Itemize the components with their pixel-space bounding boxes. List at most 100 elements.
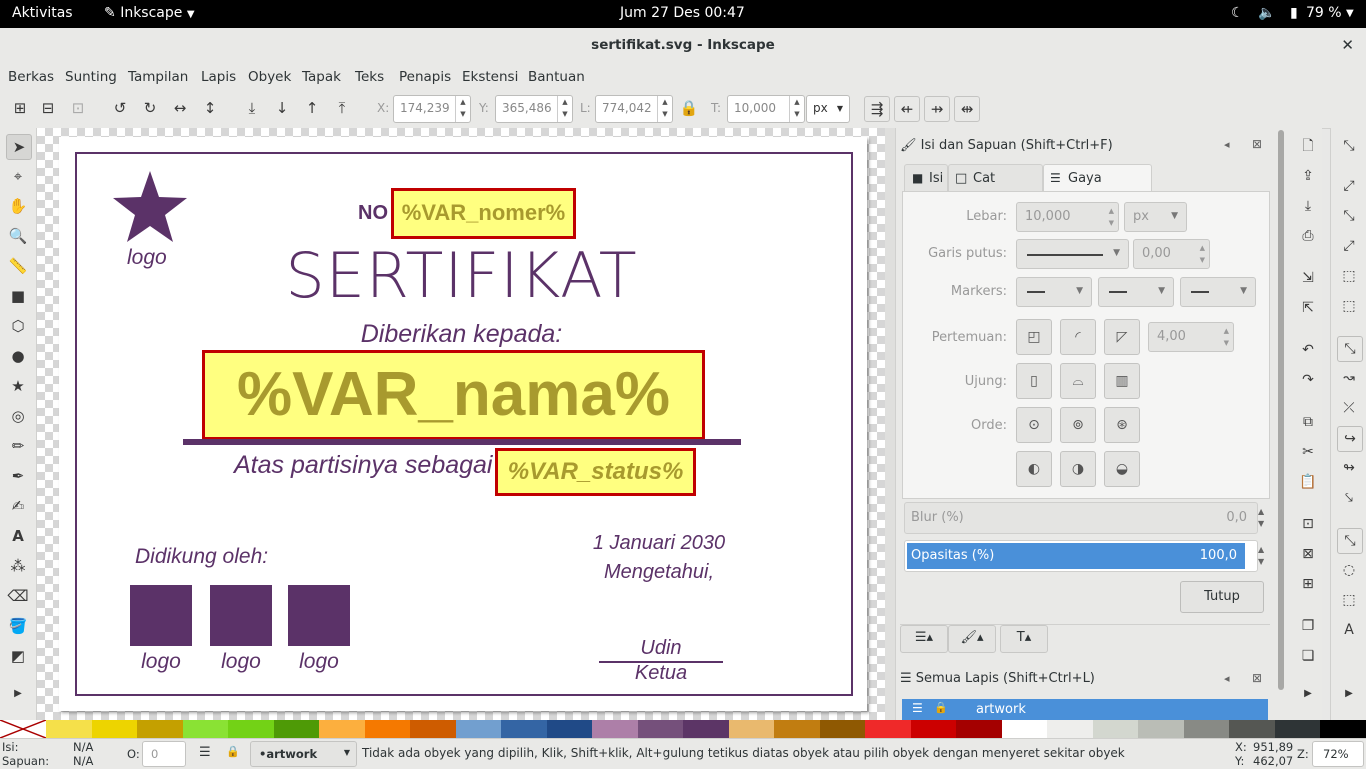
width-input[interactable]: 774,042 ▲ ▼ [595, 95, 673, 123]
layer-row-artwork[interactable]: ☰ 🔒 artwork [902, 699, 1268, 720]
menu-lapis[interactable]: Lapis [201, 69, 236, 85]
sponsor-logo-1[interactable] [130, 585, 192, 646]
miter-join-icon[interactable]: ◰ [1016, 319, 1052, 355]
undo-icon[interactable]: ↶ [1296, 338, 1320, 362]
spin-arrows-icon[interactable]: ▲ ▼ [1200, 242, 1205, 266]
print-icon[interactable]: ⎙ [1296, 224, 1320, 248]
menu-tampilan[interactable]: Tampilan [128, 69, 188, 85]
select-all-icon[interactable]: ⊞ [8, 96, 32, 120]
stroke-width-input[interactable]: 10,000 ▲ ▼ [1016, 202, 1119, 232]
raise-to-top-icon[interactable]: ⤒ [330, 96, 354, 120]
snap-midpoint-icon[interactable]: ⤥ [1337, 486, 1361, 510]
spin-arrows-icon[interactable]: ▲ ▼ [1109, 205, 1114, 229]
color-swatch[interactable] [865, 720, 912, 738]
select-all-layers-icon[interactable]: ⊟ [36, 96, 60, 120]
menu-bantuan[interactable]: Bantuan [528, 69, 585, 85]
color-swatch[interactable] [410, 720, 457, 738]
spin-arrows-icon[interactable]: ▲ ▼ [1224, 325, 1229, 349]
bevel-join-icon[interactable]: ◸ [1104, 319, 1140, 355]
signer-name[interactable]: Udin [599, 637, 723, 660]
sponsor-logo-3[interactable] [288, 585, 350, 646]
color-swatch[interactable] [182, 720, 229, 738]
color-swatch[interactable] [910, 720, 957, 738]
date-text[interactable]: 1 Januari 2030 [569, 532, 749, 555]
dialog-iconify-icon[interactable]: ◂ [1224, 138, 1230, 151]
dialog-close-icon[interactable]: ⊠ [1252, 137, 1262, 151]
var-nomer-field[interactable]: %VAR_nomer% [391, 188, 576, 239]
current-layer-select[interactable]: •artwork ▼ [250, 741, 357, 767]
menu-berkas[interactable]: Berkas [8, 69, 54, 85]
unit-select[interactable]: px ▼ [806, 95, 850, 123]
fill-stroke-dialog-tab-icon[interactable]: 🖌▴ [948, 625, 996, 653]
color-swatch[interactable] [592, 720, 639, 738]
battery-icon[interactable]: ▮ [1290, 5, 1298, 21]
export-icon[interactable]: ⇱ [1296, 296, 1320, 320]
snap-nodes-icon[interactable]: ⤡ [1337, 336, 1363, 362]
var-nama-field[interactable]: %VAR_nama% [202, 350, 705, 440]
panel-scroll-thumb[interactable] [1278, 130, 1284, 690]
tab-stroke-paint[interactable]: □Cat sapuan [948, 164, 1043, 213]
color-swatch[interactable] [273, 720, 320, 738]
activities-button[interactable]: Aktivitas [12, 5, 73, 21]
transform-patterns-icon[interactable]: ⇹ [954, 96, 980, 122]
color-swatch[interactable] [683, 720, 730, 738]
tab-fill[interactable]: ■ Isi [904, 164, 948, 191]
menu-obyek[interactable]: Obyek [248, 69, 291, 85]
flip-vertical-icon[interactable]: ↕ [198, 96, 222, 120]
color-swatch[interactable] [1001, 720, 1048, 738]
star-tool-icon[interactable]: ★ [6, 374, 30, 398]
spin-arrows-icon[interactable]: ▲ ▼ [455, 96, 470, 122]
clone-icon[interactable]: ❏ [1296, 644, 1320, 668]
volume-icon[interactable]: 🔈 [1258, 5, 1275, 21]
color-swatch[interactable] [1320, 720, 1366, 738]
open-icon[interactable]: ⇪ [1296, 164, 1320, 188]
snap-cusp-nodes-icon[interactable]: ↪ [1337, 426, 1363, 452]
flip-horizontal-icon[interactable]: ↔ [168, 96, 192, 120]
zoom-tool-icon[interactable]: 🔍 [6, 224, 30, 248]
text-dialog-tab-icon[interactable]: T▴ [1000, 625, 1048, 653]
certificate-page[interactable]: logo NO %VAR_nomer% SERTIFIKAT Diberikan… [59, 137, 867, 711]
snap-bbox-midpoint-icon[interactable]: ⬚ [1337, 264, 1361, 288]
supported-by-text[interactable]: Didikung oleh: [135, 545, 268, 569]
duplicate-icon[interactable]: ❐ [1296, 614, 1320, 638]
paint-bucket-tool-icon[interactable]: 🪣 [6, 614, 30, 638]
var-status-field[interactable]: %VAR_status% [495, 448, 696, 496]
text-tool-icon[interactable]: A [6, 524, 30, 548]
snap-rotation-center-icon[interactable]: ⬚ [1337, 588, 1361, 612]
more-tools-icon[interactable]: ▶ [6, 682, 30, 706]
layer-visibility-toggle-icon[interactable]: ☰ [199, 745, 211, 760]
zoom-drawing-icon[interactable]: ⊠ [1296, 542, 1320, 566]
layers-iconify-icon[interactable]: ◂ [1224, 672, 1230, 685]
certificate-title[interactable]: SERTIFIKAT [279, 239, 644, 312]
more-snap-icon[interactable]: ▶ [1337, 682, 1361, 706]
redo-icon[interactable]: ↷ [1296, 368, 1320, 392]
snap-bbox-edge-icon[interactable]: ⤡ [1337, 204, 1361, 228]
color-swatch[interactable] [956, 720, 1003, 738]
menu-sunting[interactable]: Sunting [65, 69, 117, 85]
app-menu[interactable]: ✎ Inkscape ▼ [104, 5, 195, 21]
order-stroke-markers-fill-icon[interactable]: ◑ [1060, 451, 1096, 487]
color-swatch[interactable] [455, 720, 502, 738]
menu-penapis[interactable]: Penapis [399, 69, 451, 85]
tab-stroke-style[interactable]: ☰Gaya sapuan [1043, 164, 1152, 213]
snap-paths-icon[interactable]: ↝ [1337, 366, 1361, 390]
blur-spin-icon[interactable]: ▲ ▼ [1258, 506, 1264, 530]
layer-lock-toggle-icon[interactable]: 🔒 [226, 745, 240, 758]
zoom-input[interactable]: 72% [1312, 741, 1364, 767]
tweak-tool-icon[interactable]: ✋ [6, 194, 30, 218]
color-swatch[interactable] [364, 720, 411, 738]
color-swatch[interactable] [774, 720, 821, 738]
dash-pattern-select[interactable]: ▼ [1016, 239, 1129, 269]
ellipse-tool-icon[interactable]: ● [6, 344, 30, 368]
lock-icon[interactable]: 🔒 [677, 96, 701, 120]
scale-corners-icon[interactable]: ⇷ [894, 96, 920, 122]
color-swatch[interactable] [501, 720, 548, 738]
rotate-cw-icon[interactable]: ↻ [138, 96, 162, 120]
order-fill-stroke-markers-icon[interactable]: ⊙ [1016, 407, 1052, 443]
rotate-ccw-icon[interactable]: ↺ [108, 96, 132, 120]
snap-bbox-icon[interactable]: ⤢ [1337, 174, 1361, 198]
new-document-icon[interactable]: 🗋 [1296, 134, 1320, 158]
window-close-button[interactable]: ✕ [1341, 36, 1354, 54]
zoom-selection-icon[interactable]: ⊡ [1296, 512, 1320, 536]
end-marker-select[interactable]: ▼ [1180, 277, 1256, 307]
